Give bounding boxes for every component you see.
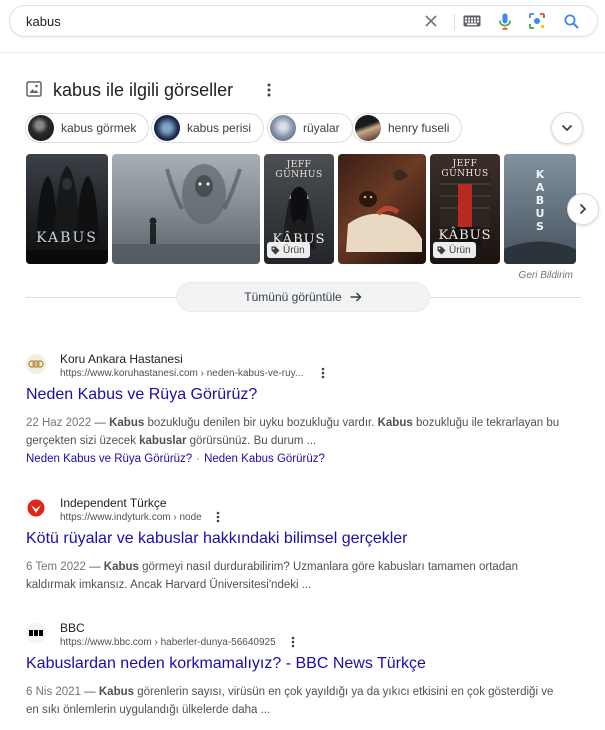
snippet-text: — [85, 561, 104, 573]
product-badge-label: Ürün [283, 244, 305, 256]
snippet-highlight: Kabus [98, 686, 135, 698]
result-url[interactable]: https://www.bbc.com › haberler-dunya-566… [60, 637, 276, 648]
chip-thumbnail [355, 115, 381, 141]
chips-expand-button[interactable] [551, 112, 583, 144]
koru-favicon-icon [26, 354, 46, 374]
chip-kabus-gormek[interactable]: kabus görmek [25, 113, 150, 143]
search-bar [9, 5, 598, 37]
chip-thumbnail [270, 115, 296, 141]
result-menu-icon[interactable] [288, 635, 298, 649]
image-icon [26, 81, 42, 97]
chip-kabus-perisi[interactable]: kabus perisi [151, 113, 265, 143]
tag-icon [271, 246, 280, 254]
snippet-highlight: Kabus [377, 417, 413, 429]
feedback-link[interactable]: Geri Bildirim [519, 270, 573, 281]
thumbnail-author: JEFF GUNHUS [275, 160, 323, 180]
view-all-button[interactable]: Tümünü görüntüle [176, 282, 430, 312]
sitelink[interactable]: Neden Kabus ve Rüya Görürüz? [26, 453, 192, 465]
images-next-button[interactable] [567, 193, 599, 225]
result-snippet: 6 Nis 2021 — Kabus görenlerin sayısı, vi… [26, 683, 566, 719]
thumbnail-art [346, 169, 422, 252]
thumbnail-caption: KABUS [36, 230, 98, 246]
chevron-down-icon [561, 124, 573, 132]
image-thumbnail-4[interactable] [338, 154, 426, 264]
thumbnail-art [26, 166, 108, 264]
keyboard-icon[interactable] [462, 11, 482, 31]
chip-ruyalar[interactable]: rüyalar [267, 113, 353, 143]
result-url[interactable]: https://www.koruhastanesi.com › neden-ka… [60, 368, 303, 379]
image-thumbnail-6[interactable]: KABUS [504, 154, 576, 264]
result-menu-icon[interactable] [213, 510, 223, 524]
bbc-favicon-icon [26, 623, 46, 643]
snippet-text: — [91, 417, 110, 429]
result-site-name: Koru Ankara Hastanesi [60, 352, 183, 366]
snippet-text: görürsünüz. Bu durum ... [186, 435, 317, 447]
view-all-label: Tümünü görüntüle [244, 290, 342, 304]
thumbnail-art [112, 164, 260, 264]
chip-label: kabus görmek [61, 121, 137, 135]
result-snippet: 22 Haz 2022 — Kabus bozukluğu denilen bi… [26, 414, 566, 450]
search-divider [454, 14, 455, 30]
product-badge-label: Ürün [449, 244, 471, 256]
image-thumbnail-3[interactable]: JEFF GUNHUS KÂBUS Ürün [264, 154, 334, 264]
snippet-text: bozukluğu denilen bir uyku bozukluğu var… [144, 417, 378, 429]
more-options-icon[interactable] [262, 80, 276, 100]
chip-thumbnail [28, 115, 54, 141]
chip-label: henry fuseli [388, 121, 450, 135]
image-thumbnail-2[interactable] [112, 154, 260, 264]
result-site-name: BBC [60, 621, 85, 635]
result-date: 6 Nis 2021 [26, 686, 81, 698]
thumbnail-caption: KABUS [535, 168, 545, 233]
independent-favicon-icon [26, 498, 46, 518]
thumbnail-author: JEFF GUNHUS [441, 159, 489, 179]
chip-thumbnail [154, 115, 180, 141]
clear-icon[interactable] [421, 11, 441, 31]
snippet-highlight: kabuslar [139, 435, 187, 447]
result-date: 22 Haz 2022 [26, 417, 92, 429]
chip-label: rüyalar [303, 121, 340, 135]
result-site-name: Independent Türkçe [60, 496, 167, 510]
lens-icon[interactable] [527, 11, 547, 31]
snippet-highlight: Kabus [103, 561, 139, 573]
result-title-link[interactable]: Kötü rüyalar ve kabuslar hakkındaki bili… [26, 530, 408, 548]
tag-icon [437, 246, 446, 254]
result-url[interactable]: https://www.indyturk.com › node [60, 512, 202, 523]
images-section-title: kabus ile ilgili görseller [53, 80, 234, 100]
snippet-highlight: Kabus [109, 417, 145, 429]
thumbnail-caption: KÂBUS [438, 228, 492, 243]
header-divider [0, 52, 605, 53]
image-thumbnail-5[interactable]: JEFF GUNHUS KÂBUS Ürün [430, 154, 500, 264]
sitelink-separator: · [196, 453, 201, 465]
chip-henry-fuseli[interactable]: henry fuseli [352, 113, 463, 143]
chip-label: kabus perisi [187, 121, 252, 135]
result-snippet: 6 Tem 2022 — Kabus görmeyi nasıl durdura… [26, 558, 566, 594]
search-result: BBC https://www.bbc.com › haberler-dunya… [26, 621, 586, 721]
sitelink[interactable]: Neden Kabus Görürüz? [204, 453, 325, 465]
search-result: Independent Türkçe https://www.indyturk.… [26, 496, 586, 596]
result-title-link[interactable]: Neden Kabus ve Rüya Görürüz? [26, 386, 257, 404]
search-result: Koru Ankara Hastanesi https://www.koruha… [26, 352, 586, 472]
result-menu-icon[interactable] [318, 366, 328, 380]
result-sitelinks: Neden Kabus ve Rüya Görürüz? · Neden Kabus… [26, 453, 325, 465]
result-title-link[interactable]: Kabuslardan neden korkmamalıyız? - BBC N… [26, 655, 426, 673]
product-badge: Ürün [433, 242, 476, 258]
result-date: 6 Tem 2022 [26, 561, 86, 573]
product-badge: Ürün [267, 242, 310, 258]
voice-search-icon[interactable] [495, 11, 515, 31]
arrow-right-icon [350, 292, 362, 302]
search-icon[interactable] [561, 11, 581, 31]
chevron-right-icon [579, 203, 587, 215]
image-thumbnail-1[interactable]: KABUS [26, 154, 108, 264]
search-input[interactable] [26, 6, 406, 36]
snippet-text: — [80, 686, 99, 698]
